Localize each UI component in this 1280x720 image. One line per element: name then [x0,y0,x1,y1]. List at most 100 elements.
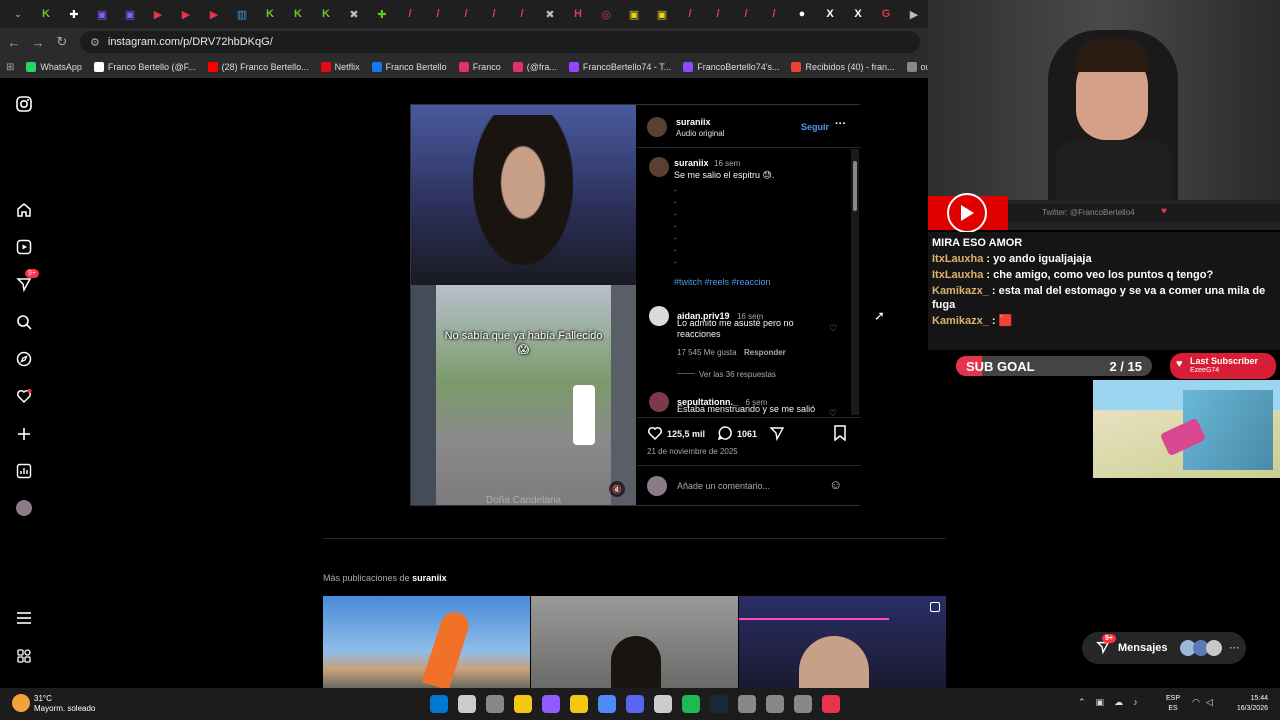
browser-tab[interactable]: ▣ [88,4,116,24]
search-icon[interactable] [14,312,34,332]
site-info-icon[interactable]: ⚙ [90,36,100,49]
browser-tab[interactable]: / [760,4,788,24]
browser-tab[interactable]: K [284,4,312,24]
browser-tab[interactable]: X [816,4,844,24]
browser-tab[interactable]: K [312,4,340,24]
browser-tab[interactable]: / [452,4,480,24]
caption-hashtags[interactable]: #twitch #reels #reaccion [674,277,771,287]
bookmark-item[interactable]: WhatsApp [26,62,82,72]
meta-icon[interactable] [14,646,34,666]
view-replies-button[interactable]: Ver las 36 respuestas [699,370,776,379]
more-post-thumbnail[interactable] [531,596,738,688]
likes-count[interactable]: 125,5 mil [667,429,705,439]
taskbar-app-icon[interactable] [654,695,672,713]
more-options-icon[interactable]: ··· [835,118,846,130]
comment-icon[interactable] [717,425,733,443]
taskbar-app-icon[interactable] [570,695,588,713]
browser-tab[interactable]: K [256,4,284,24]
bookmark-item[interactable]: Netflix [320,62,360,72]
author-username[interactable]: suraniix [676,117,711,127]
browser-tab[interactable]: / [676,4,704,24]
audio-label[interactable]: Audio original [676,129,724,138]
tray-cloud-icon[interactable]: ☁ [1114,697,1123,708]
messages-button[interactable]: 9+ Mensajes ··· [1082,632,1246,664]
browser-tab[interactable]: H [564,4,592,24]
browser-tab[interactable]: ▶ [144,4,172,24]
browser-tab[interactable]: ✖ [340,4,368,24]
browser-tab[interactable]: / [424,4,452,24]
comment-reply-button[interactable]: Responder [744,348,786,357]
reels-icon[interactable] [14,237,34,257]
bookmark-item[interactable]: (@fra... [512,62,557,72]
comments-scrollbar[interactable] [851,149,859,415]
browser-tab[interactable]: ✚ [368,4,396,24]
weather-widget[interactable]: 31°C Mayorm. soleado [34,694,95,714]
profile-icon[interactable] [14,498,34,518]
system-tray[interactable]: ⌃ ▣ ☁ ♪ [1078,697,1138,708]
browser-tab[interactable]: X [844,4,872,24]
explore-icon[interactable] [14,349,34,369]
more-post-thumbnail[interactable] [739,596,946,688]
tray-mic-icon[interactable]: ♪ [1133,697,1138,708]
browser-tab[interactable]: ▥ [228,4,256,24]
more-post-thumbnail[interactable] [323,596,530,691]
follow-button[interactable]: Seguir [801,122,829,132]
browser-tab[interactable]: ▶ [200,4,228,24]
share-icon[interactable] [769,425,785,443]
browser-tab[interactable]: / [704,4,732,24]
taskbar-app-icon[interactable] [598,695,616,713]
messages-icon[interactable]: 9+ [14,269,39,294]
bookmark-item[interactable]: FrancoBertello74 - T... [568,62,671,72]
taskbar-app-icon[interactable] [794,695,812,713]
browser-tab[interactable]: ◎ [592,4,620,24]
browser-tab[interactable]: G [872,4,900,24]
author-avatar[interactable] [647,117,667,137]
scrollbar-thumb[interactable] [853,161,857,211]
bookmark-item[interactable]: FrancoBertello74's... [683,62,779,72]
tray-app-icon[interactable]: ▣ [1096,697,1105,708]
browser-tab[interactable]: K [32,4,60,24]
taskbar-app-icon[interactable] [542,695,560,713]
save-icon[interactable] [833,425,847,446]
browser-tab[interactable]: ▣ [116,4,144,24]
comment-likes[interactable]: 17 545 Me gusta [677,348,737,357]
bookmark-item[interactable]: outlook [906,62,928,72]
like-icon[interactable] [647,425,663,443]
post-video[interactable]: No sabía que ya había Fallecido 😱 Doña C… [411,105,636,505]
clock[interactable]: 15:44 16/3/2026 [1226,694,1268,714]
browser-tab[interactable]: / [508,4,536,24]
caption-username[interactable]: suraniix [674,158,709,168]
weather-icon[interactable] [12,694,30,712]
comment-avatar[interactable] [649,392,669,412]
bookmark-item[interactable]: Franco Bertello (@F... [93,62,196,72]
quick-settings[interactable]: ◠ ◁ [1192,697,1213,708]
language-indicator[interactable]: ESP ES [1166,694,1180,714]
reload-icon[interactable]: ↻ [50,34,74,50]
forward-icon[interactable]: → [26,35,50,50]
bookmark-item[interactable]: Franco [458,62,501,72]
browser-tab[interactable]: / [732,4,760,24]
taskbar-app-icon[interactable] [738,695,756,713]
tray-chevron-icon[interactable]: ⌃ [1078,697,1086,708]
taskbar-app-icon[interactable] [626,695,644,713]
browser-tab[interactable]: ▶ [900,4,928,24]
caption-time[interactable]: 16 sem [714,159,740,168]
mute-icon[interactable]: 🔇 [609,481,625,497]
notifications-icon[interactable] [14,386,34,406]
bookmark-item[interactable]: (28) Franco Bertello... [207,62,309,72]
tab-list-button[interactable]: ⌄ [4,4,32,24]
comment-avatar[interactable] [649,306,669,326]
taskbar-app-icon[interactable] [486,695,504,713]
taskbar-app-icon[interactable] [766,695,784,713]
apps-icon[interactable]: ⊞ [6,62,14,73]
caption-avatar[interactable] [649,157,669,177]
back-icon[interactable]: ← [2,35,26,50]
emoji-icon[interactable]: ☺ [829,477,842,492]
taskbar-app-icon[interactable] [710,695,728,713]
menu-icon[interactable] [14,608,34,628]
more-posts-user[interactable]: suraniix [412,573,447,583]
dashboard-icon[interactable] [14,461,34,481]
browser-tab[interactable]: ✚ [60,4,88,24]
comment-like-icon[interactable]: ♡ [829,323,837,334]
comments-count[interactable]: 1061 [737,429,757,439]
